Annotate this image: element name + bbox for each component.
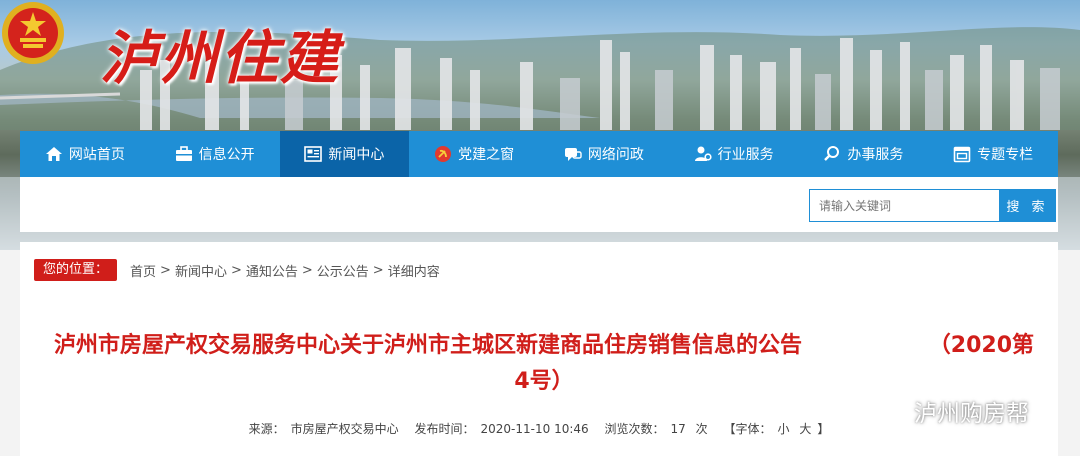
breadcrumb-separator: > <box>230 262 242 278</box>
home-icon <box>45 147 62 161</box>
breadcrumb-notices[interactable]: 通知公告 <box>246 261 298 280</box>
nav-item-label: 专题专栏 <box>977 147 1034 163</box>
watermark-text: 泸州购房帮 <box>914 401 1029 427</box>
nav-item-special-topics[interactable]: 专题专栏 <box>928 131 1058 177</box>
nav-item-label: 党建之窗 <box>458 147 515 163</box>
source-label: 来源： <box>248 422 285 436</box>
article-title-main: 泸州市房屋产权交易服务中心关于泸州市主城区新建商品住房销售信息的公告 <box>54 333 803 358</box>
breadcrumb-home[interactable]: 首页 <box>130 261 156 280</box>
publish-time-label: 发布时间： <box>414 422 475 436</box>
publish-time-value: 2020-11-10 10:46 <box>480 422 589 436</box>
nav-item-party-building[interactable]: 党建之窗 <box>409 131 539 177</box>
views-count: 17 <box>670 422 686 436</box>
font-size-close: 】 <box>817 422 830 436</box>
nav-item-label: 网络问政 <box>587 147 644 163</box>
breadcrumb-news-center[interactable]: 新闻中心 <box>175 261 227 280</box>
nav-item-news-center[interactable]: 新闻中心 <box>279 131 410 177</box>
user-gear-icon <box>694 146 712 161</box>
wechat-icon <box>866 396 906 425</box>
breadcrumb-separator: > <box>160 262 171 278</box>
watermark: 泸州购房帮 <box>866 394 1029 428</box>
breadcrumb-public-announcements[interactable]: 公示公告 <box>317 261 369 280</box>
article-title: 泸州市房屋产权交易服务中心关于泸州市主城区新建商品住房销售信息的公告 （2020… <box>54 328 1034 400</box>
nav-item-service-affairs[interactable]: 办事服务 <box>799 131 929 177</box>
nav-item-online-inquiry[interactable]: 网络问政 <box>539 131 669 177</box>
font-large-button[interactable]: 大 <box>799 422 811 436</box>
search-button[interactable]: 搜 索 <box>999 189 1056 222</box>
national-emblem-icon <box>2 2 64 64</box>
search-input[interactable] <box>809 189 999 222</box>
search-bar: 搜 索 <box>20 177 1058 232</box>
breadcrumb-separator: > <box>372 262 384 278</box>
briefcase-icon <box>175 146 192 161</box>
views-label: 浏览次数： <box>604 422 665 436</box>
site-title: 泸州住建 <box>100 24 341 92</box>
page: 泸州住建 网站首页 信息公开 新闻中心 党建之窗 网络问政 行业服务 办事服务 … <box>0 0 1080 456</box>
nav-item-label: 新闻中心 <box>328 147 385 163</box>
nav-item-home[interactable]: 网站首页 <box>20 131 150 177</box>
breadcrumb-detail: 详细内容 <box>387 264 440 280</box>
search-icon <box>824 146 840 161</box>
article-panel: 您的位置： 首页 > 新闻中心 > 通知公告 > 公示公告 > 详细内容 泸州市… <box>20 242 1058 456</box>
nav-item-info-disclosure[interactable]: 信息公开 <box>150 131 280 177</box>
views-unit: 次 <box>695 422 708 436</box>
breadcrumb: 您的位置： 首页 > 新闻中心 > 通知公告 > 公示公告 > 详细内容 <box>34 259 440 281</box>
main-nav: 网站首页 信息公开 新闻中心 党建之窗 网络问政 行业服务 办事服务 专题专栏 <box>20 131 1058 177</box>
calendar-icon <box>953 146 971 163</box>
source-value: 市房屋产权交易中心 <box>290 422 399 436</box>
nav-item-label: 信息公开 <box>198 147 255 163</box>
chat-icon <box>564 148 582 161</box>
nav-item-label: 办事服务 <box>847 147 904 163</box>
breadcrumb-separator: > <box>301 262 313 278</box>
nav-item-label: 行业服务 <box>717 147 774 163</box>
font-size-open: 【字体： <box>723 422 772 436</box>
font-small-button[interactable]: 小 <box>777 422 789 436</box>
location-label: 您的位置： <box>34 259 118 281</box>
nav-item-industry-service[interactable]: 行业服务 <box>669 131 799 177</box>
newspaper-icon <box>304 146 323 162</box>
article-title-issue: （2020第 <box>928 333 1034 358</box>
party-emblem-icon <box>435 146 452 162</box>
nav-item-label: 网站首页 <box>68 147 125 163</box>
